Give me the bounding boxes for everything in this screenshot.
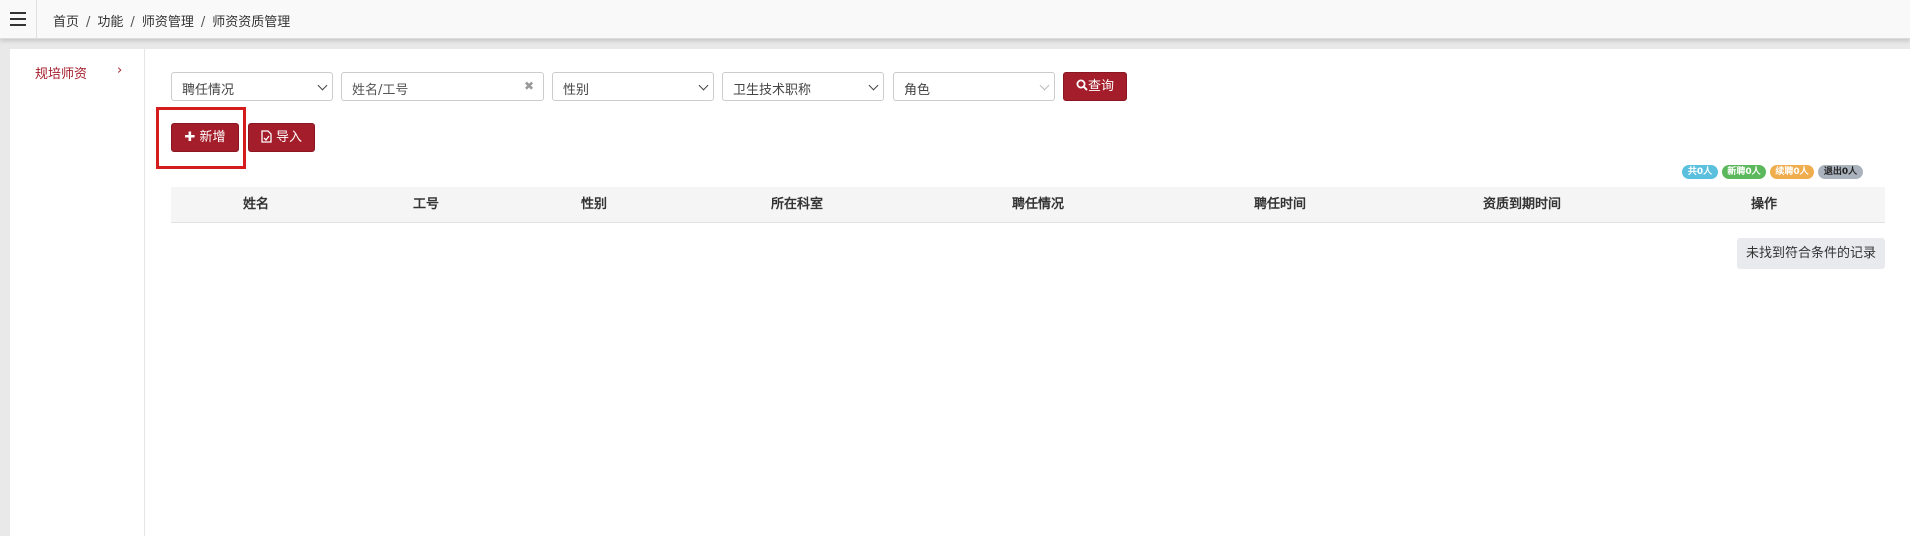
breadcrumb-teacher-management[interactable]: 师资管理 xyxy=(142,15,194,30)
badge-total: 共0人 xyxy=(1682,165,1718,179)
column-header-employment-status[interactable]: 聘任情况 xyxy=(917,187,1159,223)
role-select[interactable]: 角色 xyxy=(893,72,1055,101)
professional-title-select[interactable]: 卫生技术职称 xyxy=(722,72,884,101)
chevron-right-icon: › xyxy=(117,63,123,78)
chevron-down-icon xyxy=(698,80,709,91)
breadcrumb-separator: / xyxy=(86,15,91,30)
query-button[interactable]: 查询 xyxy=(1063,72,1127,101)
chevron-down-icon xyxy=(868,80,879,91)
breadcrumb-function[interactable]: 功能 xyxy=(97,15,123,30)
sidebar-item-label: 规培师资 xyxy=(35,67,88,82)
import-label: 导入 xyxy=(275,130,302,145)
breadcrumb-separator: / xyxy=(130,15,135,30)
column-header-name[interactable]: 姓名 xyxy=(171,187,341,223)
column-header-actions: 操作 xyxy=(1750,197,1777,212)
highlight-box xyxy=(156,107,246,169)
badge-renew: 续聘0人 xyxy=(1770,165,1814,179)
table-header: 姓名 工号 性别 所在科室 聘任情况 聘任时间 资质到期时间 操作 xyxy=(171,187,1885,223)
breadcrumb: 首页 / 功能 / 师资管理 / 师资资质管理 xyxy=(53,11,290,30)
badge-new-hire: 新聘0人 xyxy=(1722,165,1766,179)
column-header-id[interactable]: 工号 xyxy=(341,187,511,223)
name-id-search-input[interactable]: 姓名/工号 ✖ xyxy=(341,72,544,101)
top-bar: 首页 / 功能 / 师资管理 / 师资资质管理 xyxy=(0,0,1910,39)
divider xyxy=(36,0,37,39)
badge-exit: 退出0人 xyxy=(1818,165,1863,179)
column-header-employment-time[interactable]: 聘任时间 xyxy=(1159,187,1401,223)
column-header-qualification-expiry[interactable]: 资质到期时间 xyxy=(1401,187,1643,223)
chevron-down-icon xyxy=(317,80,328,91)
clear-icon[interactable]: ✖ xyxy=(524,79,534,93)
professional-title-value: 卫生技术职称 xyxy=(733,83,812,98)
file-import-icon xyxy=(261,130,272,143)
breadcrumb-home[interactable]: 首页 xyxy=(53,15,79,30)
chevron-down-icon xyxy=(1039,80,1050,91)
import-button[interactable]: 导入 xyxy=(248,123,315,152)
employment-status-select[interactable]: 聘任情况 xyxy=(171,72,333,101)
name-id-placeholder: 姓名/工号 xyxy=(352,83,409,98)
column-header-department[interactable]: 所在科室 xyxy=(677,187,917,223)
query-label: 查询 xyxy=(1087,79,1114,94)
left-nav: 规培师资 › xyxy=(10,49,145,536)
search-icon xyxy=(1076,79,1088,91)
empty-state: 未找到符合条件的记录 xyxy=(1737,238,1885,269)
breadcrumb-separator: / xyxy=(200,15,206,30)
sidebar-item-standardized-teachers[interactable]: 规培师资 › xyxy=(35,63,135,83)
breadcrumb-current: 师资资质管理 xyxy=(212,15,291,30)
menu-icon[interactable] xyxy=(10,12,26,26)
employment-status-value: 聘任情况 xyxy=(182,83,235,98)
gender-select[interactable]: 性别 xyxy=(552,72,714,101)
role-value: 角色 xyxy=(904,83,931,98)
gender-value: 性别 xyxy=(563,83,590,98)
column-header-gender[interactable]: 性别 xyxy=(511,187,677,223)
